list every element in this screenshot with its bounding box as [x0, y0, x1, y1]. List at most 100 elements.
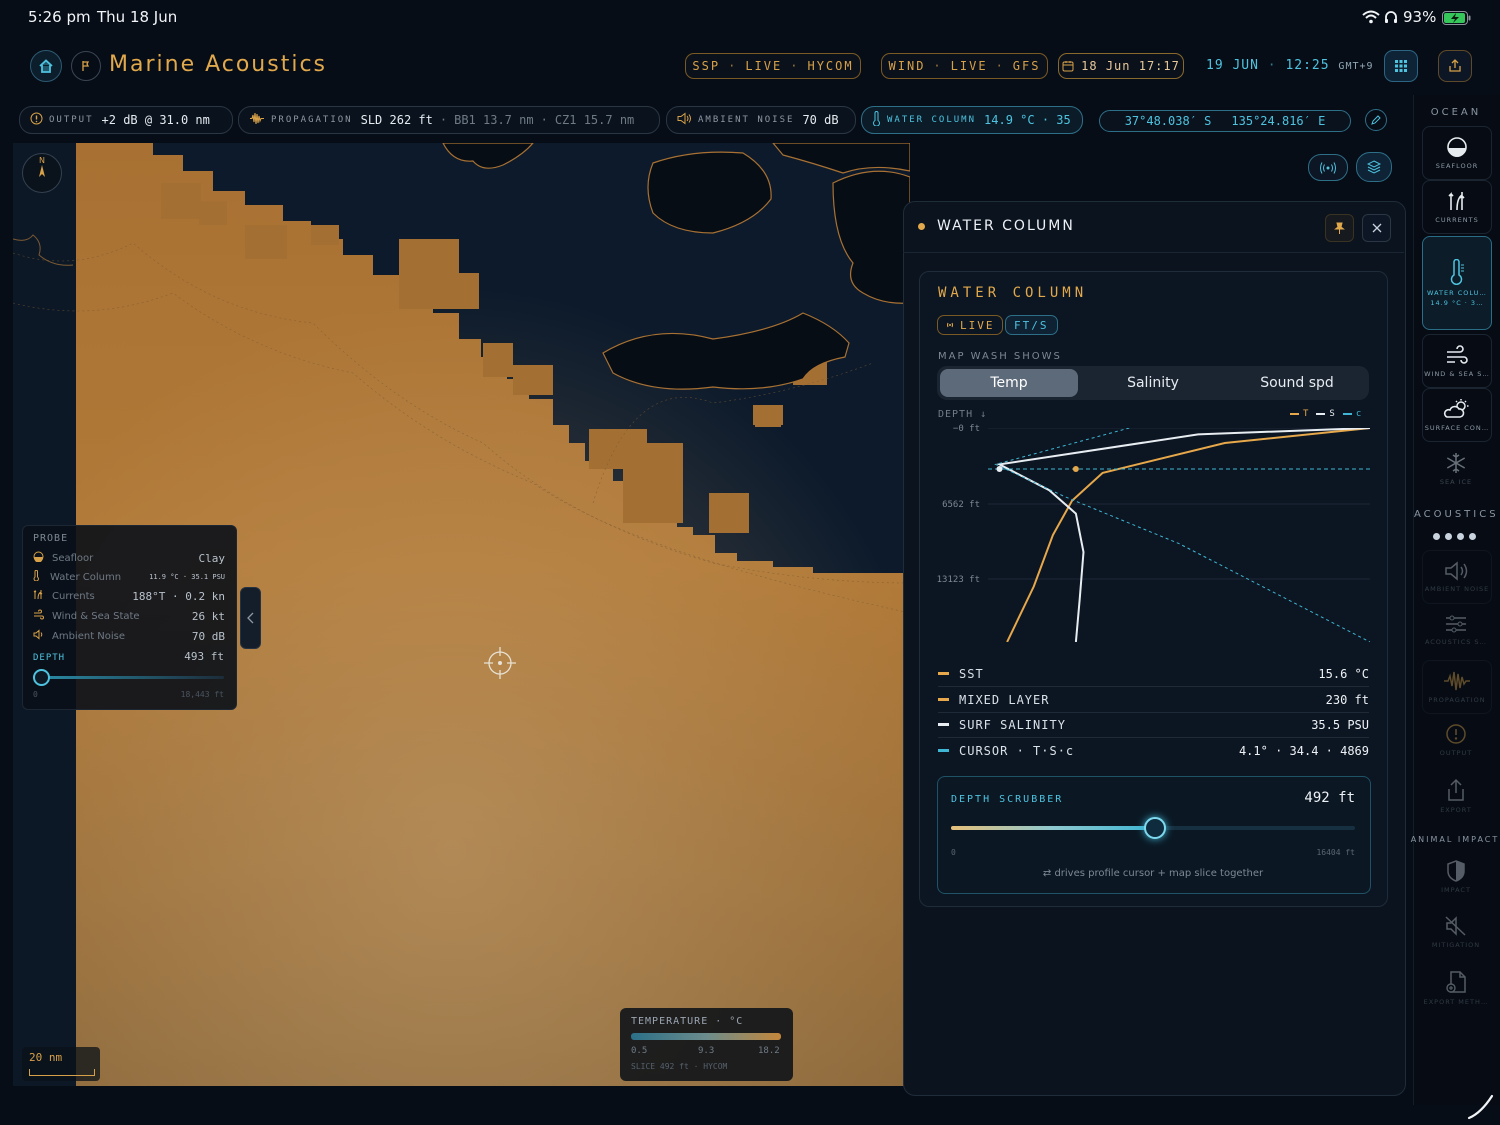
output-icon [1446, 724, 1466, 744]
thermometer-icon [33, 569, 40, 584]
map-crosshair[interactable] [484, 647, 516, 683]
pin-panel-button[interactable] [1325, 214, 1354, 242]
depth-scrubber-slider[interactable] [951, 817, 1355, 839]
layers-button[interactable] [1356, 152, 1392, 182]
wind-badge-kind: WIND [888, 59, 926, 73]
rail-item-label: SEAFLOOR [1435, 162, 1479, 170]
probe-depth-thumb[interactable] [32, 669, 50, 686]
stat-key: SURF SALINITY [959, 717, 1066, 732]
depth-profile-chart[interactable] [988, 428, 1370, 642]
panel-divider [903, 252, 1404, 253]
rail-item-label: SURFACE CON… [1424, 424, 1490, 432]
y-tick-1: 6562 ft [942, 500, 980, 510]
ssp-source-badge[interactable]: SSP · LIVE · HYCOM [685, 53, 861, 79]
live-tag-label: LIVE [960, 318, 995, 332]
probe-depth-slider[interactable] [32, 669, 224, 686]
map-wash-segmented-control[interactable]: Temp Salinity Sound spd [937, 366, 1369, 400]
scrubber-fill [951, 826, 1153, 830]
coord-lat: 37°48.038′ S [1124, 114, 1212, 128]
rail-item-sea-ice[interactable]: SEA ICE [1422, 443, 1490, 495]
rail-item-surface-conditions[interactable]: SURFACE CON… [1422, 388, 1492, 442]
propagation-label: PROPAGATION [271, 115, 353, 125]
scale-bar: 20 nm [22, 1047, 100, 1081]
rail-item-impact[interactable]: IMPACT [1422, 851, 1490, 903]
seafloor-icon [33, 551, 44, 565]
segment-salinity[interactable]: Salinity [1083, 369, 1223, 397]
rail-item-acoustics-settings[interactable]: ACOUSTICS S… [1422, 604, 1490, 656]
waveform-icon [249, 112, 265, 128]
propagation-bb1: BB1 13.7 nm [454, 113, 534, 127]
layers-icon [1367, 160, 1381, 174]
map-wash-label: MAP WASH SHOWS [938, 351, 1062, 362]
ambient-noise-label: AMBIENT NOISE [698, 115, 795, 125]
scrubber-thumb[interactable] [1144, 817, 1166, 839]
legend-max: 18.2 [758, 1046, 780, 1056]
segment-temp[interactable]: Temp [940, 369, 1078, 397]
rail-item-label: EXPORT METH… [1423, 998, 1489, 1006]
output-chip[interactable]: OUTPUT +2 dB @ 31.0 nm [19, 106, 233, 134]
rail-item-water-column[interactable]: WATER COLU… 14.9 °C · 3… [1422, 236, 1492, 330]
legend-c-swatch [1342, 413, 1352, 415]
legend-s-label: S [1329, 409, 1335, 419]
units-tag[interactable]: FT/S [1005, 315, 1058, 335]
probe-row-value: Clay [198, 551, 226, 565]
stat-cursor: CURSOR · T·S·c 4.1° · 34.4 · 4869 [938, 738, 1369, 763]
rail-item-label: PROPAGATION [1428, 696, 1486, 704]
shield-icon [1447, 860, 1465, 882]
profile-line-t [1006, 428, 1370, 642]
stat-value: 15.6 °C [1318, 666, 1369, 681]
ambient-noise-value: 70 dB [802, 113, 839, 127]
probe-row-wind: Wind & Sea State 26 kt [33, 607, 225, 625]
ssp-badge-status: LIVE [745, 59, 783, 73]
compass-button[interactable]: N [22, 153, 62, 193]
cursor-point-t [1072, 466, 1079, 472]
rail-item-wind[interactable]: WIND & SEA S… [1422, 334, 1492, 388]
rail-item-label: IMPACT [1441, 886, 1471, 894]
grid-menu-button[interactable] [1384, 50, 1418, 82]
segment-sound-speed[interactable]: Sound spd [1227, 369, 1367, 397]
sonar-toggle-button[interactable] [1308, 154, 1348, 181]
rail-item-label: WATER COLU… [1427, 289, 1487, 297]
rail-item-propagation[interactable]: PROPAGATION [1422, 660, 1492, 714]
stat-key: CURSOR · T·S·c [959, 743, 1075, 758]
rail-item-export[interactable]: EXPORT [1422, 770, 1490, 822]
rail-item-label: ACOUSTICS S… [1424, 638, 1488, 646]
rail-item-mitigation[interactable]: MITIGATION [1422, 906, 1490, 958]
propagation-chip[interactable]: PROPAGATION SLD 262 ft · BB1 13.7 nm · C… [238, 106, 660, 134]
scrubber-label: DEPTH SCRUBBER [951, 794, 1064, 805]
speaker-icon [677, 112, 692, 128]
live-tag[interactable]: LIVE [937, 315, 1003, 335]
export-doc-icon [1446, 971, 1466, 993]
close-panel-button[interactable] [1362, 214, 1391, 242]
rail-item-seafloor[interactable]: SEAFLOOR [1422, 126, 1492, 180]
rail-item-currents[interactable]: CURRENTS [1422, 180, 1492, 234]
rail-item-output[interactable]: OUTPUT [1422, 714, 1490, 766]
datetime-picker[interactable]: 18 Jun 17:17 [1058, 53, 1184, 79]
flag-button[interactable] [71, 51, 101, 81]
rail-item-sub: 14.9 °C · 3… [1430, 299, 1484, 307]
stat-mixed-layer: MIXED LAYER 230 ft [938, 687, 1369, 713]
probe-row-water-column: Water Column 11.9 °C · 35.1 PSU [33, 568, 225, 586]
home-button[interactable] [30, 50, 62, 82]
output-label: OUTPUT [49, 115, 94, 125]
clock-date: 19 JUN [1206, 58, 1259, 73]
probe-depth-label: DEPTH [33, 653, 66, 663]
rail-item-ambient-noise[interactable]: AMBIENT NOISE [1422, 550, 1492, 604]
stat-value: 4.1° · 34.4 · 4869 [1238, 743, 1369, 758]
export-button[interactable] [1438, 50, 1472, 82]
water-column-chip[interactable]: WATER COLUMN 14.9 °C · 35 [861, 106, 1083, 134]
pencil-hover-indicator [1466, 1093, 1496, 1125]
edit-coordinates-button[interactable] [1365, 109, 1387, 131]
speaker-icon [1445, 561, 1468, 581]
wind-badge-model: GFS [1012, 59, 1041, 73]
ambient-noise-chip[interactable]: AMBIENT NOISE 70 dB [666, 106, 856, 134]
chart-legend: T S c [1290, 409, 1361, 419]
probe-row-seafloor: Seafloor Clay [33, 549, 225, 567]
wifi-icon [1362, 9, 1380, 28]
wind-source-badge[interactable]: WIND · LIVE · GFS [881, 53, 1048, 79]
rail-item-export-methods[interactable]: EXPORT METH… [1422, 962, 1490, 1014]
probe-row-currents: Currents 188°T · 0.2 kn [33, 587, 225, 605]
thermometer-icon [872, 111, 881, 129]
collapse-probe-handle[interactable] [240, 587, 261, 649]
panel-status-dot [918, 223, 925, 230]
